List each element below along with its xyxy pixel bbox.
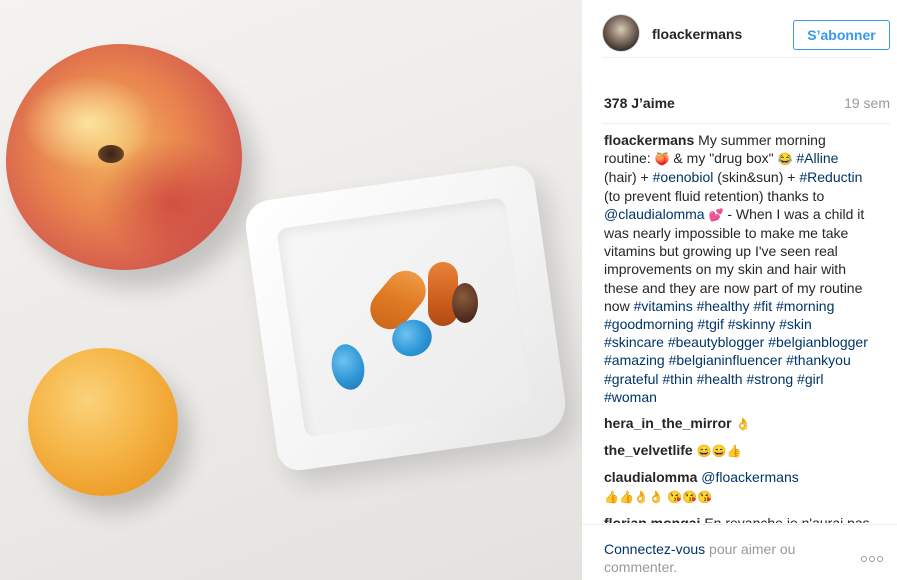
hashtag-link[interactable]: #belgianblogger [768, 334, 868, 350]
hashtag-link[interactable]: #vitamins [634, 298, 693, 314]
comment-text: & my "drug box" [669, 150, 778, 167]
comment-author[interactable]: the_velvetlife [604, 442, 693, 458]
hashtag-link[interactable]: #amazing [604, 352, 665, 368]
peach-stem [98, 145, 124, 163]
post-photo[interactable] [0, 0, 582, 580]
emoji: 👌 [735, 417, 751, 432]
hashtag-link[interactable]: #grateful [604, 371, 658, 387]
brown-capsule [452, 283, 478, 323]
hashtag-link[interactable]: #healthy [697, 298, 750, 314]
hashtag-link[interactable]: #skincare [604, 334, 664, 350]
comment-text: (skin&sun) + [713, 169, 800, 186]
post-time[interactable]: 19 sem [844, 95, 890, 111]
avatar[interactable] [602, 14, 640, 52]
hashtag-link[interactable]: #thin [662, 371, 692, 387]
comments: hera_in_the_mirror 👌 the_velvetlife 😄😄👍 cl… [604, 414, 872, 523]
hashtag-link[interactable]: #strong [746, 371, 793, 387]
hashtag-link[interactable]: #thankyou [786, 352, 851, 368]
comment-list[interactable]: floackermans My summer morning routine: … [604, 131, 872, 523]
caption-author[interactable]: floackermans [604, 132, 694, 148]
login-prompt: Connectez-vous pour aimer ou commenter. [604, 540, 834, 576]
hashtag-link[interactable]: #Alline [796, 150, 838, 166]
comment-author[interactable]: hera_in_the_mirror [604, 415, 732, 431]
comment-item: the_velvetlife 😄😄👍 [604, 441, 872, 460]
hashtag-link[interactable]: #health [697, 371, 743, 387]
hashtag-link[interactable]: #skin [779, 316, 812, 332]
emoji: 🍑 [654, 152, 670, 167]
comment-author[interactable]: florian.mongai [604, 515, 700, 523]
peach-image [6, 44, 242, 270]
post-header: floackermans S’abonner [602, 14, 890, 58]
post-stats: 378 J’aime 19 sem [602, 78, 890, 124]
comment-text: (hair) + [604, 169, 653, 186]
caption-text: My summer morning routine: 🍑 & my "drug … [604, 132, 868, 405]
hashtag-link[interactable]: #tgif [697, 316, 723, 332]
caption: floackermans My summer morning routine: … [604, 131, 872, 406]
hashtag-link[interactable]: #goodmorning [604, 316, 694, 332]
follow-button[interactable]: S’abonner [793, 20, 890, 50]
hashtag-link[interactable]: #woman [604, 389, 657, 405]
hashtag-link[interactable]: #girl [797, 371, 823, 387]
hashtag-link[interactable]: #fit [753, 298, 772, 314]
emoji: 👍👍👌👌 😘😘😘 [604, 489, 712, 504]
hashtag-link[interactable]: #beautyblogger [668, 334, 765, 350]
emoji: 😄😄👍 [696, 444, 742, 459]
emoji: 💕 [708, 207, 724, 222]
comment-item: claudialomma @floackermans 👍👍👌👌 😘😘😘 [604, 468, 872, 505]
username[interactable]: floackermans [652, 26, 742, 42]
hashtag-link[interactable]: @floackermans [701, 469, 798, 485]
emoji: 😂 [777, 152, 793, 167]
apricot-image [28, 348, 178, 496]
hashtag-link[interactable]: #oenobiol [653, 169, 714, 185]
hashtag-link[interactable]: #morning [776, 298, 834, 314]
hashtag-link[interactable]: @claudialomma [604, 206, 705, 222]
post-footer: Connectez-vous pour aimer ou commenter. [582, 524, 897, 580]
comment-author[interactable]: claudialomma [604, 469, 697, 485]
like-count[interactable]: 378 J’aime [604, 95, 675, 111]
post-sidebar: floackermans S’abonner 378 J’aime 19 sem… [582, 0, 897, 580]
hashtag-link[interactable]: #skinny [728, 316, 775, 332]
hashtag-link[interactable]: #belgianinfluencer [669, 352, 783, 368]
comment-text: (to prevent fluid retention) thanks to [604, 187, 825, 204]
login-link[interactable]: Connectez-vous [604, 541, 705, 557]
comment-item: florian.mongai En revanche je n'aurai pa… [604, 514, 872, 523]
hashtag-link[interactable]: #Reductin [799, 169, 862, 185]
more-options-icon[interactable] [861, 549, 887, 562]
comment-item: hera_in_the_mirror 👌 [604, 414, 872, 433]
